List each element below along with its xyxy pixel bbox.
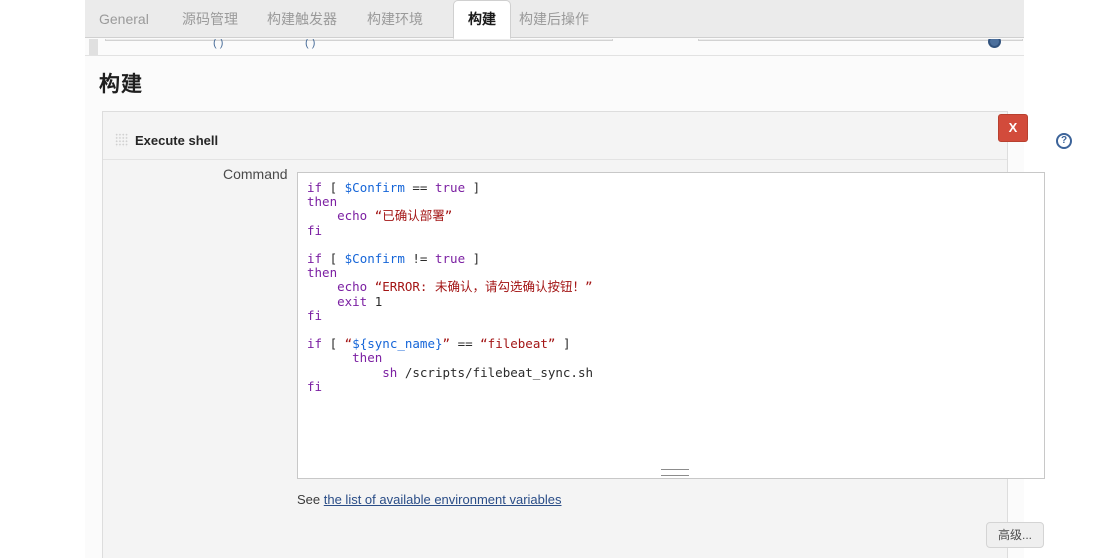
config-column: General 源码管理 构建触发器 构建环境 构建 构建后操作 ( ) ( )… bbox=[85, 0, 1072, 558]
tab-build-triggers[interactable]: 构建触发器 bbox=[253, 0, 351, 38]
partial-field-left[interactable] bbox=[105, 39, 613, 41]
partial-help-icon[interactable] bbox=[988, 39, 1001, 48]
tab-source-management[interactable]: 源码管理 bbox=[168, 0, 252, 38]
command-label: Command bbox=[223, 166, 288, 182]
command-textarea[interactable]: if [ $Confirm == true ] then echo “已确认部署… bbox=[297, 172, 1045, 479]
help-icon[interactable]: ? bbox=[1056, 133, 1072, 149]
partial-field-right[interactable] bbox=[698, 39, 1023, 41]
tab-build[interactable]: 构建 bbox=[453, 0, 511, 39]
env-variables-link[interactable]: the list of available environment variab… bbox=[324, 492, 562, 507]
scrolled-partial-row: ( ) ( ) bbox=[85, 39, 1024, 55]
jenkins-config-page: General 源码管理 构建触发器 构建环境 构建 构建后操作 ( ) ( )… bbox=[0, 0, 1104, 558]
builder-title: Execute shell bbox=[135, 133, 219, 148]
execute-shell-header: Execute shell bbox=[103, 112, 1007, 160]
build-section-header: 构建 bbox=[85, 55, 1024, 103]
textarea-resize-grip[interactable] bbox=[661, 469, 689, 476]
tab-general[interactable]: General bbox=[85, 0, 163, 38]
drag-handle-icon[interactable] bbox=[115, 133, 128, 147]
partial-glyph-b: ( ) bbox=[305, 39, 316, 49]
command-code: if [ $Confirm == true ] then echo “已确认部署… bbox=[307, 180, 594, 394]
page-title: 构建 bbox=[99, 73, 143, 96]
delete-builder-button[interactable]: X bbox=[998, 114, 1028, 142]
partial-glyph-a: ( ) bbox=[213, 39, 224, 49]
config-tab-bar: General 源码管理 构建触发器 构建环境 构建 构建后操作 bbox=[85, 0, 1024, 39]
env-variables-hint: See the list of available environment va… bbox=[297, 492, 562, 507]
advanced-button[interactable]: 高级... bbox=[986, 522, 1044, 548]
tab-post-build-actions[interactable]: 构建后操作 bbox=[505, 0, 603, 38]
partial-drag-handle-icon bbox=[89, 39, 98, 55]
see-prefix: See bbox=[297, 492, 324, 507]
tab-build-environment[interactable]: 构建环境 bbox=[353, 0, 437, 38]
